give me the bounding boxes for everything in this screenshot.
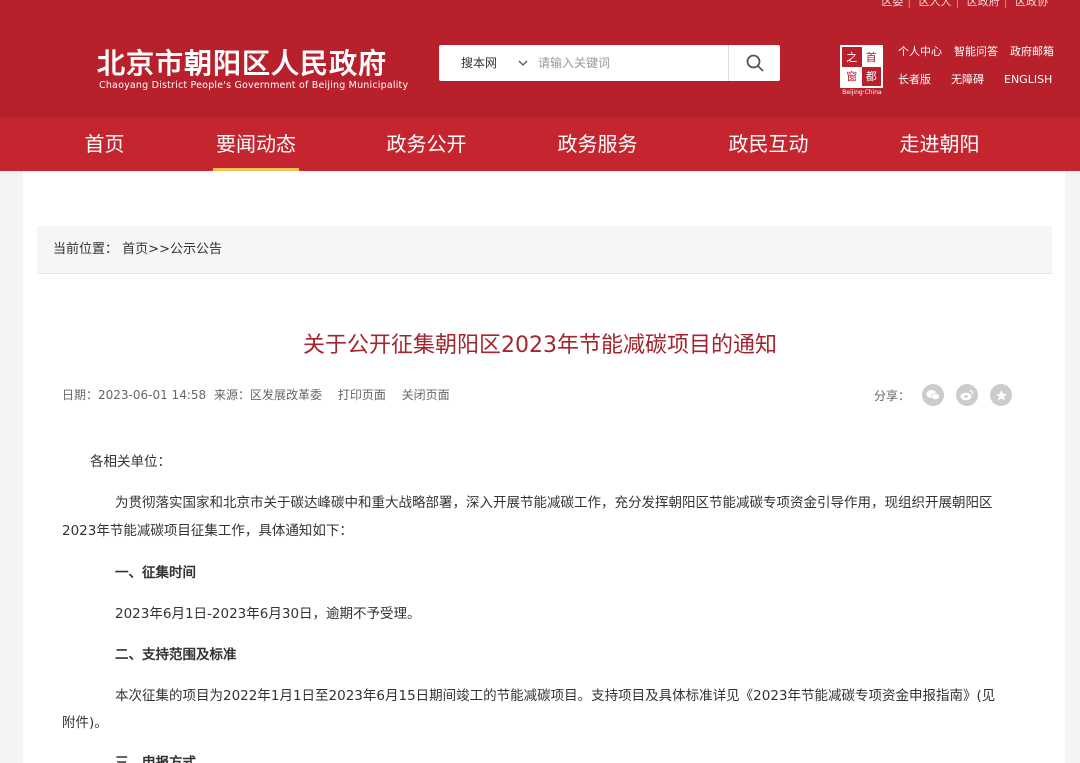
close-page-link[interactable]: 关闭页面 — [402, 388, 450, 402]
site-title[interactable]: 北京市朝阳区人民政府 — [97, 42, 387, 82]
header-right-links: 个人中心 智能问答 政府邮箱 长者版 无障碍 ENGLISH — [898, 44, 1068, 100]
top-links: 区委 | 区人大 | 区政府 | 区政协 — [877, 0, 1052, 10]
section-heading: 三、申报方式 — [115, 755, 196, 763]
breadcrumb-current-link[interactable]: 公示公告 — [170, 242, 222, 257]
intro-paragraph-line2: 2023年节能减碳项目征集工作，具体通知如下： — [62, 523, 353, 539]
nav-item-interaction[interactable]: 政民互动 — [683, 118, 854, 171]
logo-caption: Beijing·China — [842, 89, 882, 96]
nav-item-gov-affairs[interactable]: 政务公开 — [341, 118, 512, 171]
search-button[interactable] — [728, 45, 780, 81]
top-link-district-committee[interactable]: 区委 — [881, 0, 903, 8]
logo-char: 之 — [842, 47, 862, 67]
divider: | — [955, 0, 960, 8]
search-icon — [746, 54, 764, 72]
smart-qa-link[interactable]: 智能问答 — [954, 44, 998, 72]
search-bar: 搜本网 — [439, 45, 780, 81]
divider: | — [1003, 0, 1008, 8]
gov-mailbox-link[interactable]: 政府邮箱 — [1010, 44, 1054, 72]
capital-window-logo[interactable]: 之 首 窗 都 — [840, 45, 883, 88]
search-scope-select[interactable]: 搜本网 — [461, 45, 497, 81]
section-heading: 二、支持范围及标准 — [115, 647, 237, 663]
search-input[interactable] — [538, 51, 718, 75]
share-label: 分享： — [874, 388, 911, 403]
main-nav: 首页 要闻动态 政务公开 政务服务 政民互动 走进朝阳 — [0, 118, 1080, 171]
nav-item-home[interactable]: 首页 — [52, 118, 157, 171]
elder-version-link[interactable]: 长者版 — [898, 72, 931, 100]
chevron-down-icon[interactable] — [517, 57, 529, 69]
personal-center-link[interactable]: 个人中心 — [898, 44, 942, 72]
article-source: 来源：区发展改革委 — [213, 388, 322, 402]
accessibility-link[interactable]: 无障碍 — [951, 72, 984, 100]
breadcrumb-label: 当前位置： — [53, 242, 119, 257]
section-heading: 一、征集时间 — [115, 565, 196, 581]
english-link[interactable]: ENGLISH — [1004, 72, 1052, 100]
section-text: 2023年6月1日-2023年6月30日，逾期不予受理。 — [115, 606, 421, 622]
article-title: 关于公开征集朝阳区2023年节能减碳项目的通知 — [303, 333, 777, 358]
breadcrumb-separator: >> — [148, 242, 170, 257]
article-date: 日期：2023-06-01 14:58 — [62, 388, 207, 402]
top-link-district-government[interactable]: 区政府 — [967, 0, 1000, 8]
wechat-share-icon[interactable] — [922, 384, 945, 406]
breadcrumb-home-link[interactable]: 首页 — [122, 242, 148, 257]
breadcrumb: 当前位置： 首页>>公示公告 — [37, 226, 1052, 274]
intro-paragraph-line1: 为贯彻落实国家和北京市关于碳达峰碳中和重大战略部署，深入开展节能减碳工作，充分发… — [115, 495, 993, 511]
favorite-share-icon[interactable] — [990, 384, 1013, 406]
site-subtitle: Chaoyang District People's Government of… — [99, 80, 409, 91]
logo-char: 都 — [861, 66, 881, 86]
site-header: 区委 | 区人大 | 区政府 | 区政协 北京市朝阳区人民政府 Chaoyang Di… — [0, 0, 1080, 118]
print-page-link[interactable]: 打印页面 — [338, 388, 386, 402]
logo-char: 首 — [861, 47, 881, 67]
article-meta: 日期：2023-06-01 14:58 来源：区发展改革委 打印页面 关闭页面 — [62, 386, 454, 403]
weibo-share-icon[interactable] — [956, 384, 979, 406]
nav-item-about-chaoyang[interactable]: 走进朝阳 — [854, 118, 1025, 171]
share-bar: 分享： — [874, 384, 1013, 406]
divider: | — [907, 0, 912, 8]
logo-char: 窗 — [842, 66, 862, 86]
top-link-district-congress[interactable]: 区人大 — [919, 0, 952, 8]
nav-item-news[interactable]: 要闻动态 — [171, 118, 341, 171]
nav-item-gov-services[interactable]: 政务服务 — [512, 118, 683, 171]
top-link-district-cppcc[interactable]: 区政协 — [1015, 0, 1048, 8]
salutation: 各相关单位： — [90, 454, 171, 470]
section-text-line1: 本次征集的项目为2022年1月1日至2023年6月15日期间竣工的节能减碳项目。… — [115, 688, 996, 704]
section-text-line2: 附件)。 — [62, 715, 108, 731]
